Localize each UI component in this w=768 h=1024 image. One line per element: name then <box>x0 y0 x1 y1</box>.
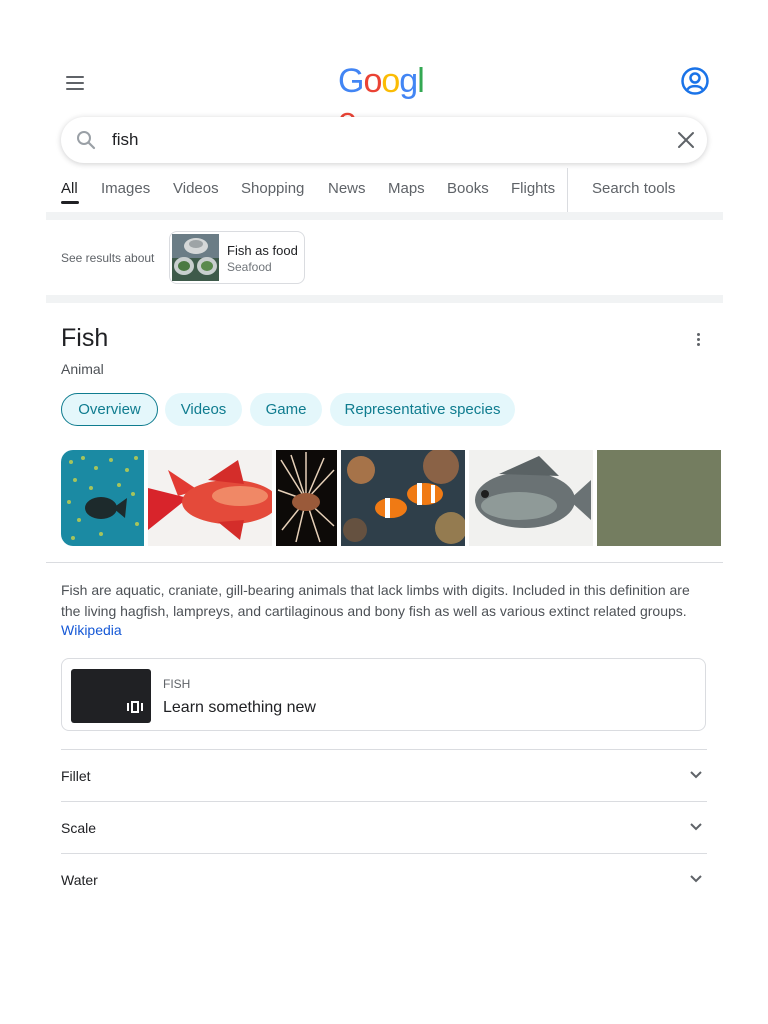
entity-description: Fish are aquatic, craniate, gill-bearing… <box>61 582 690 619</box>
section-band <box>46 212 723 220</box>
fish-image[interactable] <box>341 450 465 546</box>
page-title: Fish <box>61 324 109 352</box>
fish-image[interactable] <box>276 450 337 546</box>
search-input[interactable] <box>112 127 632 153</box>
wikipedia-link[interactable]: Wikipedia <box>61 622 122 638</box>
chip-representative-species[interactable]: Representative species <box>330 393 515 426</box>
card-eyebrow: FISH <box>163 677 191 691</box>
active-tab-indicator <box>61 201 79 204</box>
tab-news[interactable]: News <box>328 180 366 197</box>
tab-books[interactable]: Books <box>447 180 489 197</box>
card-title: Learn something new <box>163 699 316 716</box>
section-band <box>46 295 723 303</box>
video-thumbnail <box>71 669 151 723</box>
see-results-label: See results about <box>61 251 155 265</box>
about-chip-subtitle: Seafood <box>227 260 272 274</box>
chevron-down-icon <box>690 875 702 883</box>
learn-card[interactable]: FISH Learn something new <box>61 658 706 731</box>
chevron-down-icon <box>690 771 702 779</box>
row-label: Fillet <box>61 768 91 784</box>
tab-divider <box>567 168 568 212</box>
fish-image[interactable] <box>469 450 593 546</box>
more-vert-icon <box>697 333 700 336</box>
fish-image[interactable] <box>61 450 144 546</box>
fish-image[interactable] <box>597 450 721 546</box>
entity-type: Animal <box>61 361 104 377</box>
account-circle-icon <box>681 67 709 95</box>
tab-images[interactable]: Images <box>101 180 150 197</box>
google-logo[interactable]: Google <box>338 62 438 139</box>
fish-image[interactable] <box>148 450 272 546</box>
related-row-fillet[interactable]: Fillet <box>61 749 707 801</box>
related-row-scale[interactable]: Scale <box>61 801 707 853</box>
chip-game[interactable]: Game <box>250 393 322 426</box>
close-icon[interactable] <box>676 130 696 150</box>
seafood-thumbnail <box>172 234 219 281</box>
menu-button[interactable] <box>62 70 88 96</box>
related-row-water[interactable]: Water <box>61 853 707 905</box>
image-carousel <box>61 450 721 546</box>
chip-videos[interactable]: Videos <box>165 393 242 426</box>
tab-videos[interactable]: Videos <box>173 180 219 197</box>
logo-letter: o <box>381 62 400 100</box>
account-button[interactable] <box>680 66 710 96</box>
tab-flights[interactable]: Flights <box>511 180 555 197</box>
more-options-button[interactable] <box>688 330 708 350</box>
search-tabs: All Images Videos Shopping News Maps Boo… <box>46 168 723 212</box>
logo-letter: g <box>399 62 418 100</box>
tab-shopping[interactable]: Shopping <box>241 180 304 197</box>
chip-overview[interactable]: Overview <box>61 393 158 426</box>
hamburger-menu-icon <box>66 76 84 78</box>
about-chip-fish-as-food[interactable]: Fish as food Seafood <box>169 231 305 284</box>
row-label: Scale <box>61 820 97 836</box>
logo-letter: o <box>363 62 382 100</box>
logo-letter: l <box>417 62 425 100</box>
about-chip-title: Fish as food <box>227 243 298 258</box>
chevron-down-icon <box>690 823 702 831</box>
tab-all[interactable]: All <box>61 180 78 197</box>
tab-search-tools[interactable]: Search tools <box>592 180 675 197</box>
search-icon[interactable] <box>76 130 96 150</box>
tab-maps[interactable]: Maps <box>388 180 425 197</box>
logo-letter: G <box>338 62 364 100</box>
row-label: Water <box>61 872 98 888</box>
video-frame-icon <box>127 701 143 713</box>
divider <box>46 562 723 563</box>
